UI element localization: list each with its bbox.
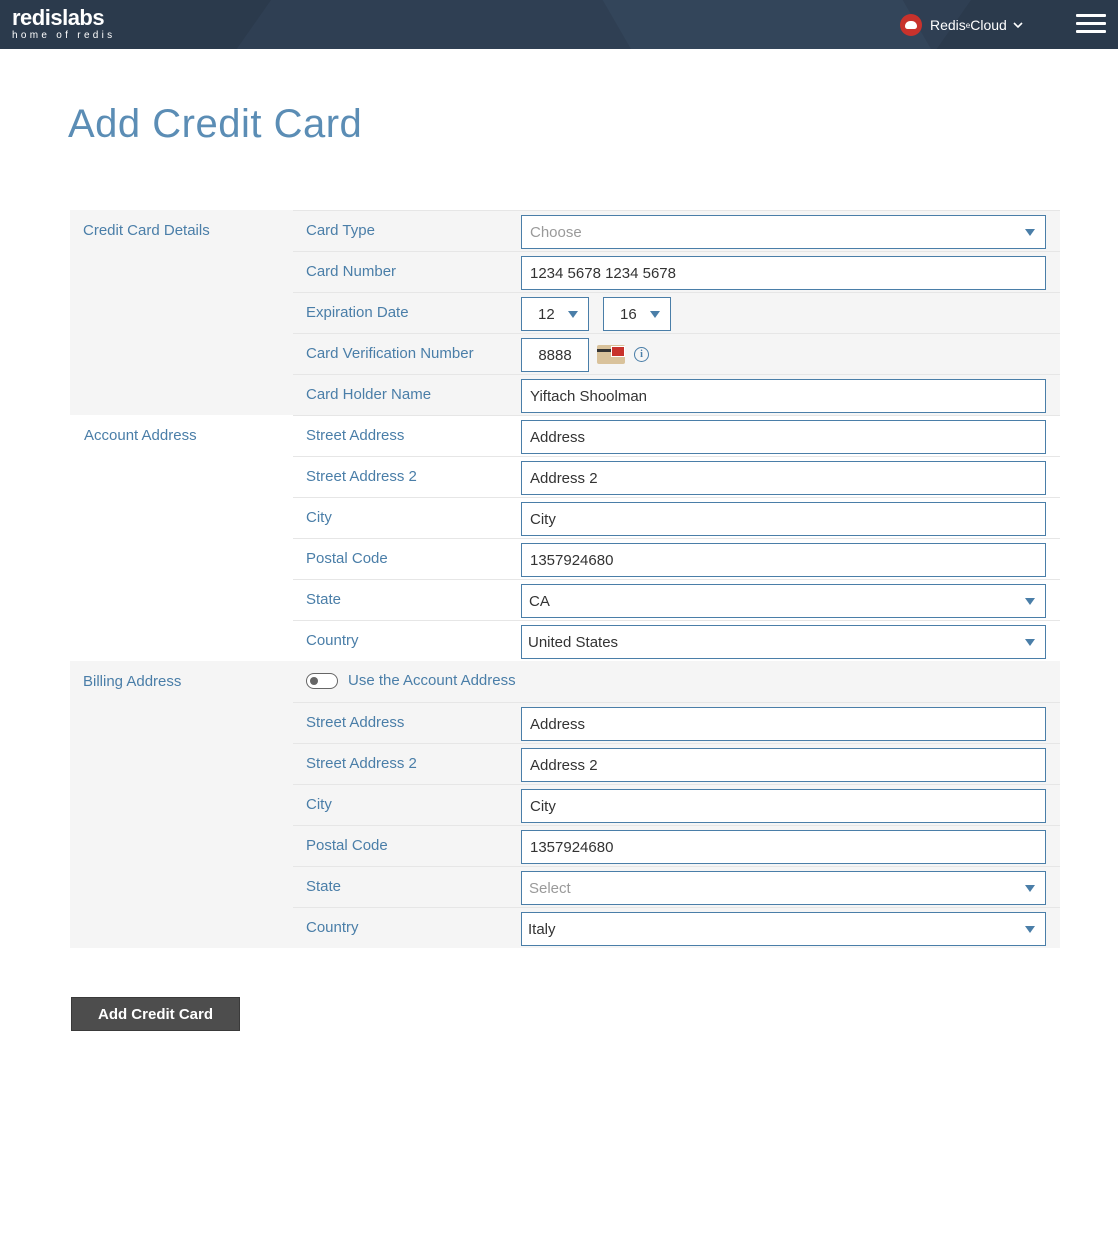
state-select[interactable]: CA: [521, 584, 1046, 618]
section-label: Billing Address: [83, 673, 182, 690]
add-credit-card-button[interactable]: Add Credit Card: [71, 997, 240, 1031]
billing-state-row: State Select: [293, 866, 1060, 907]
postal-code-row: Postal Code 1357924680: [293, 538, 1060, 579]
dropdown-arrow-icon: [1025, 229, 1035, 236]
credit-card-details-section: Credit Card Details Card Type Choose Car…: [70, 210, 1060, 415]
card-type-row: Card Type Choose: [293, 210, 1060, 251]
billing-street-address-row: Street Address Address: [293, 702, 1060, 743]
chevron-down-icon: [1013, 22, 1023, 29]
expiration-year-value: 16: [620, 306, 637, 323]
card-type-select[interactable]: Choose: [521, 215, 1046, 249]
billing-postal-code-input[interactable]: 1357924680: [521, 830, 1046, 864]
street-address-2-label: Street Address 2: [306, 755, 417, 772]
credit-card-cvv-icon: [597, 345, 625, 364]
card-number-input[interactable]: 1234 5678 1234 5678: [521, 256, 1046, 290]
billing-postal-code-row: Postal Code 1357924680: [293, 825, 1060, 866]
state-value: CA: [529, 593, 550, 610]
card-holder-label: Card Holder Name: [306, 386, 432, 403]
billing-street-address-2-row: Street Address 2 Address 2: [293, 743, 1060, 784]
city-label: City: [306, 509, 332, 526]
billing-state-value: Select: [529, 880, 571, 897]
billing-country-value: Italy: [528, 921, 556, 938]
product-name: Redis: [930, 17, 966, 33]
card-number-row: Card Number 1234 5678 1234 5678: [293, 251, 1060, 292]
country-row: Country United States: [293, 620, 1060, 661]
street-address-row: Street Address Address: [293, 415, 1060, 456]
street-address-2-label: Street Address 2: [306, 468, 417, 485]
logo-text: redislabs: [12, 5, 105, 30]
section-label: Account Address: [84, 427, 197, 444]
menu-icon-bar: [1076, 30, 1106, 33]
use-account-address-row: Use the Account Address: [293, 661, 1060, 702]
postal-code-label: Postal Code: [306, 837, 388, 854]
section-label: Credit Card Details: [83, 222, 210, 239]
logo[interactable]: redislabs home of redis: [12, 5, 116, 42]
city-input[interactable]: City: [521, 502, 1046, 536]
billing-country-select[interactable]: Italy: [521, 912, 1046, 946]
cvv-row: Card Verification Number 8888 i: [293, 333, 1060, 374]
cvv-label: Card Verification Number: [306, 345, 474, 362]
logo-tagline: home of redis: [12, 30, 116, 41]
billing-city-input[interactable]: City: [521, 789, 1046, 823]
billing-city-row: City City: [293, 784, 1060, 825]
credit-card-form: Credit Card Details Card Type Choose Car…: [70, 210, 1060, 948]
toggle-knob: [310, 677, 318, 685]
page-title: Add Credit Card: [68, 102, 363, 146]
street-address-2-input[interactable]: Address 2: [521, 461, 1046, 495]
postal-code-input[interactable]: 1357924680: [521, 543, 1046, 577]
billing-address-section: Billing Address Use the Account Address …: [70, 661, 1060, 948]
card-holder-row: Card Holder Name Yiftach Shoolman: [293, 374, 1060, 415]
menu-icon[interactable]: [1076, 14, 1106, 36]
billing-street-address-input[interactable]: Address: [521, 707, 1046, 741]
state-label: State: [306, 591, 342, 608]
use-account-address-toggle[interactable]: [306, 673, 338, 689]
card-type-label: Card Type: [306, 222, 375, 239]
billing-street-address-2-input[interactable]: Address 2: [521, 748, 1046, 782]
street-address-input[interactable]: Address: [521, 420, 1046, 454]
street-address-label: Street Address: [306, 714, 405, 731]
dropdown-arrow-icon: [650, 311, 660, 318]
card-type-value: Choose: [530, 224, 582, 241]
product-suffix: Cloud: [970, 17, 1007, 33]
billing-country-row: Country Italy: [293, 907, 1060, 948]
use-account-address-label[interactable]: Use the Account Address: [348, 672, 516, 689]
expiration-month-value: 12: [538, 306, 555, 323]
cvv-input[interactable]: 8888: [521, 338, 589, 372]
menu-icon-bar: [1076, 14, 1106, 17]
info-icon[interactable]: i: [634, 347, 649, 362]
dropdown-arrow-icon: [1025, 639, 1035, 646]
country-label: Country: [306, 919, 359, 936]
card-holder-input[interactable]: Yiftach Shoolman: [521, 379, 1046, 413]
billing-state-select[interactable]: Select: [521, 871, 1046, 905]
card-number-label: Card Number: [306, 263, 397, 280]
menu-icon-bar: [1076, 22, 1106, 25]
expiration-date-row: Expiration Date 12 16: [293, 292, 1060, 333]
state-label: State: [306, 878, 342, 895]
dropdown-arrow-icon: [1025, 598, 1035, 605]
dropdown-arrow-icon: [1025, 926, 1035, 933]
dropdown-arrow-icon: [568, 311, 578, 318]
expiration-year-select[interactable]: 16: [603, 297, 671, 331]
city-label: City: [306, 796, 332, 813]
city-row: City City: [293, 497, 1060, 538]
redis-cloud-icon: [900, 14, 922, 36]
postal-code-label: Postal Code: [306, 550, 388, 567]
street-address-2-row: Street Address 2 Address 2: [293, 456, 1060, 497]
dropdown-arrow-icon: [1025, 885, 1035, 892]
street-address-label: Street Address: [306, 427, 405, 444]
country-label: Country: [306, 632, 359, 649]
country-value: United States: [528, 634, 619, 651]
expiration-month-select[interactable]: 12: [521, 297, 589, 331]
top-bar: redislabs home of redis Redis e Cloud: [0, 0, 1118, 49]
country-select[interactable]: United States: [521, 625, 1046, 659]
state-row: State CA: [293, 579, 1060, 620]
product-switcher[interactable]: Redis e Cloud: [900, 13, 1023, 37]
expiration-date-label: Expiration Date: [306, 304, 409, 321]
account-address-section: Account Address Street Address Address S…: [70, 415, 1060, 661]
